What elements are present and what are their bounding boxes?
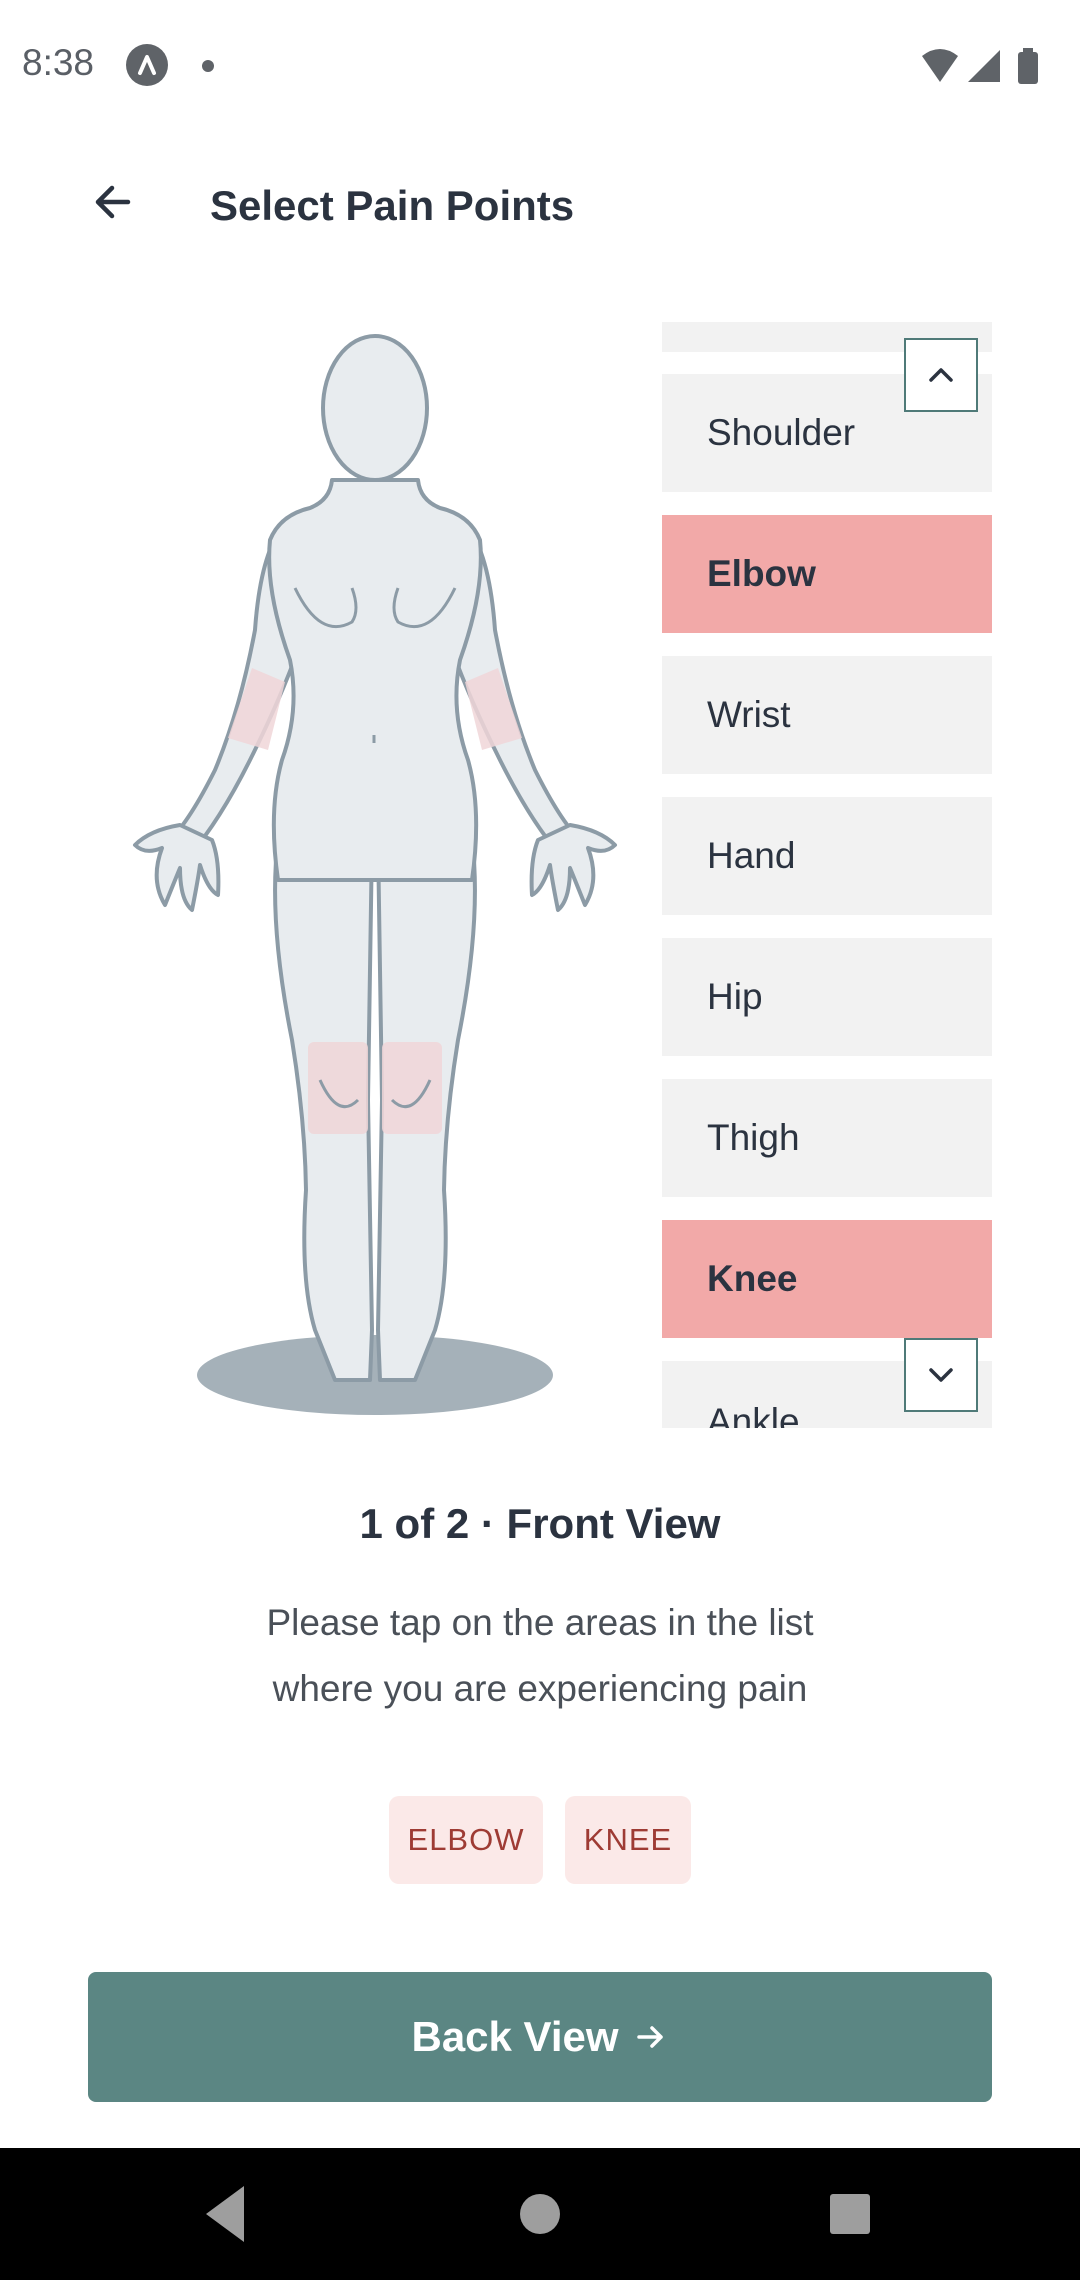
body-figure — [120, 320, 640, 1440]
left-knee-highlight — [308, 1042, 368, 1134]
list-item-thigh[interactable]: Thigh — [662, 1079, 992, 1197]
notification-dot-icon — [202, 60, 214, 72]
selected-chip-knee[interactable]: KNEE — [565, 1796, 691, 1884]
instruction-line-1: Please tap on the areas in the list — [266, 1602, 814, 1643]
list-item-knee[interactable]: Knee — [662, 1220, 992, 1338]
nav-back-icon — [206, 2186, 244, 2242]
status-indicators — [920, 46, 1060, 86]
figure-shadow — [197, 1335, 553, 1415]
system-navigation-bar — [0, 2148, 1080, 2280]
nav-recents-icon — [830, 2194, 870, 2234]
left-hand — [133, 823, 221, 912]
head — [321, 334, 429, 482]
right-knee-highlight — [382, 1042, 442, 1134]
status-bar: 8:38 — [0, 0, 1080, 135]
scroll-up-button[interactable] — [904, 338, 978, 412]
wifi-icon — [922, 49, 958, 82]
body-part-list[interactable]: Shoulder Elbow Wrist Hand Hip Thigh Knee… — [662, 322, 992, 1428]
list-item-hip[interactable]: Hip — [662, 938, 992, 1056]
battery-icon — [1018, 48, 1038, 84]
instruction-text: Please tap on the areas in the list wher… — [200, 1590, 880, 1722]
chevron-down-icon — [929, 1368, 953, 1382]
scroll-down-button[interactable] — [904, 1338, 978, 1412]
back-view-label: Back View — [411, 2013, 619, 2060]
nav-home-icon — [520, 2194, 560, 2234]
page-title: Select Pain Points — [210, 182, 575, 229]
list-item-hand[interactable]: Hand — [662, 797, 992, 915]
back-view-button[interactable]: Back View — [88, 1972, 992, 2102]
app-notification-icon — [126, 44, 168, 86]
back-arrow-icon[interactable] — [84, 172, 144, 232]
chevron-up-icon — [929, 368, 953, 382]
torso — [267, 478, 483, 882]
view-indicator: 1 of 2 · Front View — [359, 1500, 721, 1547]
selected-chip-elbow[interactable]: ELBOW — [389, 1796, 543, 1884]
list-item-elbow[interactable]: Elbow — [662, 515, 992, 633]
signal-icon — [968, 50, 1000, 82]
right-hand — [529, 823, 617, 912]
arrow-right-icon — [636, 2026, 663, 2048]
list-item-wrist[interactable]: Wrist — [662, 656, 992, 774]
instruction-line-2: where you are experiencing pain — [272, 1668, 808, 1709]
status-time: 8:38 — [22, 42, 95, 83]
